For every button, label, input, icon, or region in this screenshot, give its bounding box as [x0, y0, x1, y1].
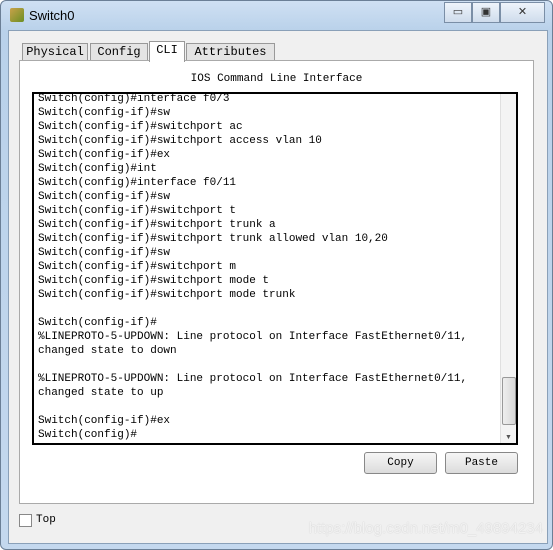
terminal-line: Switch(config-if)#ex	[38, 415, 171, 427]
tab-attributes[interactable]: Attributes	[186, 43, 275, 61]
terminal-line: Switch(config)#interface f0/3	[38, 93, 230, 105]
terminal-line: Switch(config-if)#	[38, 317, 157, 329]
tab-config[interactable]: Config	[90, 43, 148, 61]
close-button[interactable]: ✕	[500, 2, 545, 23]
cli-header: IOS Command Line Interface	[190, 73, 363, 85]
terminal-line: Switch(config-if)#switchport trunk allow…	[38, 233, 388, 245]
scrollbar-thumb[interactable]	[502, 377, 516, 425]
app-icon	[10, 8, 24, 22]
terminal-line: %LINEPROTO-5-UPDOWN: Line protocol on In…	[38, 331, 468, 343]
terminal-line: Switch(config-if)#sw	[38, 191, 171, 203]
terminal-line: Switch(config)#int	[38, 163, 157, 175]
terminal-line: Switch(config-if)#sw	[38, 107, 171, 119]
terminal-line: Switch(config-if)#switchport mode trunk	[38, 289, 296, 301]
terminal-line: %LINEPROTO-5-UPDOWN: Line protocol on In…	[38, 373, 468, 385]
terminal-line: Switch(config-if)#switchport access vlan…	[38, 135, 322, 147]
terminal-line: Switch(config-if)#switchport m	[38, 261, 237, 273]
minimize-button[interactable]: ▭	[444, 2, 472, 23]
copy-button[interactable]: Copy	[364, 452, 437, 474]
terminal-output: Switch(config)#interface f0/3 Switch(conf…	[38, 93, 468, 442]
scrollbar[interactable]: ▼	[500, 94, 516, 443]
paste-button[interactable]: Paste	[445, 452, 518, 474]
terminal-line: Switch(config-if)#switchport trunk a	[38, 219, 276, 231]
window-title: Switch0	[29, 8, 75, 23]
terminal-line: Switch(config)#interface f0/11	[38, 177, 237, 189]
maximize-button[interactable]: ▣	[472, 2, 500, 23]
tab-cli[interactable]: CLI	[149, 41, 185, 62]
terminal-line: Switch(config-if)#sw	[38, 247, 171, 259]
terminal-line: changed state to up	[38, 387, 164, 399]
terminal-line: Switch(config-if)#ex	[38, 149, 171, 161]
cli-terminal[interactable]: Switch(config)#interface f0/3 Switch(conf…	[32, 92, 518, 445]
terminal-line: Switch(config-if)#switchport mode t	[38, 275, 270, 287]
watermark: https://blog.csdn.net/m0_49894234	[308, 520, 543, 537]
top-checkbox[interactable]	[19, 514, 32, 527]
terminal-line: Switch(config)#	[38, 429, 138, 441]
terminal-line: Switch(config-if)#switchport t	[38, 205, 237, 217]
scroll-down-arrow-icon[interactable]: ▼	[505, 434, 512, 441]
terminal-line: Switch(config-if)#switchport ac	[38, 121, 243, 133]
top-checkbox-label: Top	[36, 514, 56, 526]
tab-physical[interactable]: Physical	[22, 43, 88, 61]
terminal-line: changed state to down	[38, 345, 177, 357]
